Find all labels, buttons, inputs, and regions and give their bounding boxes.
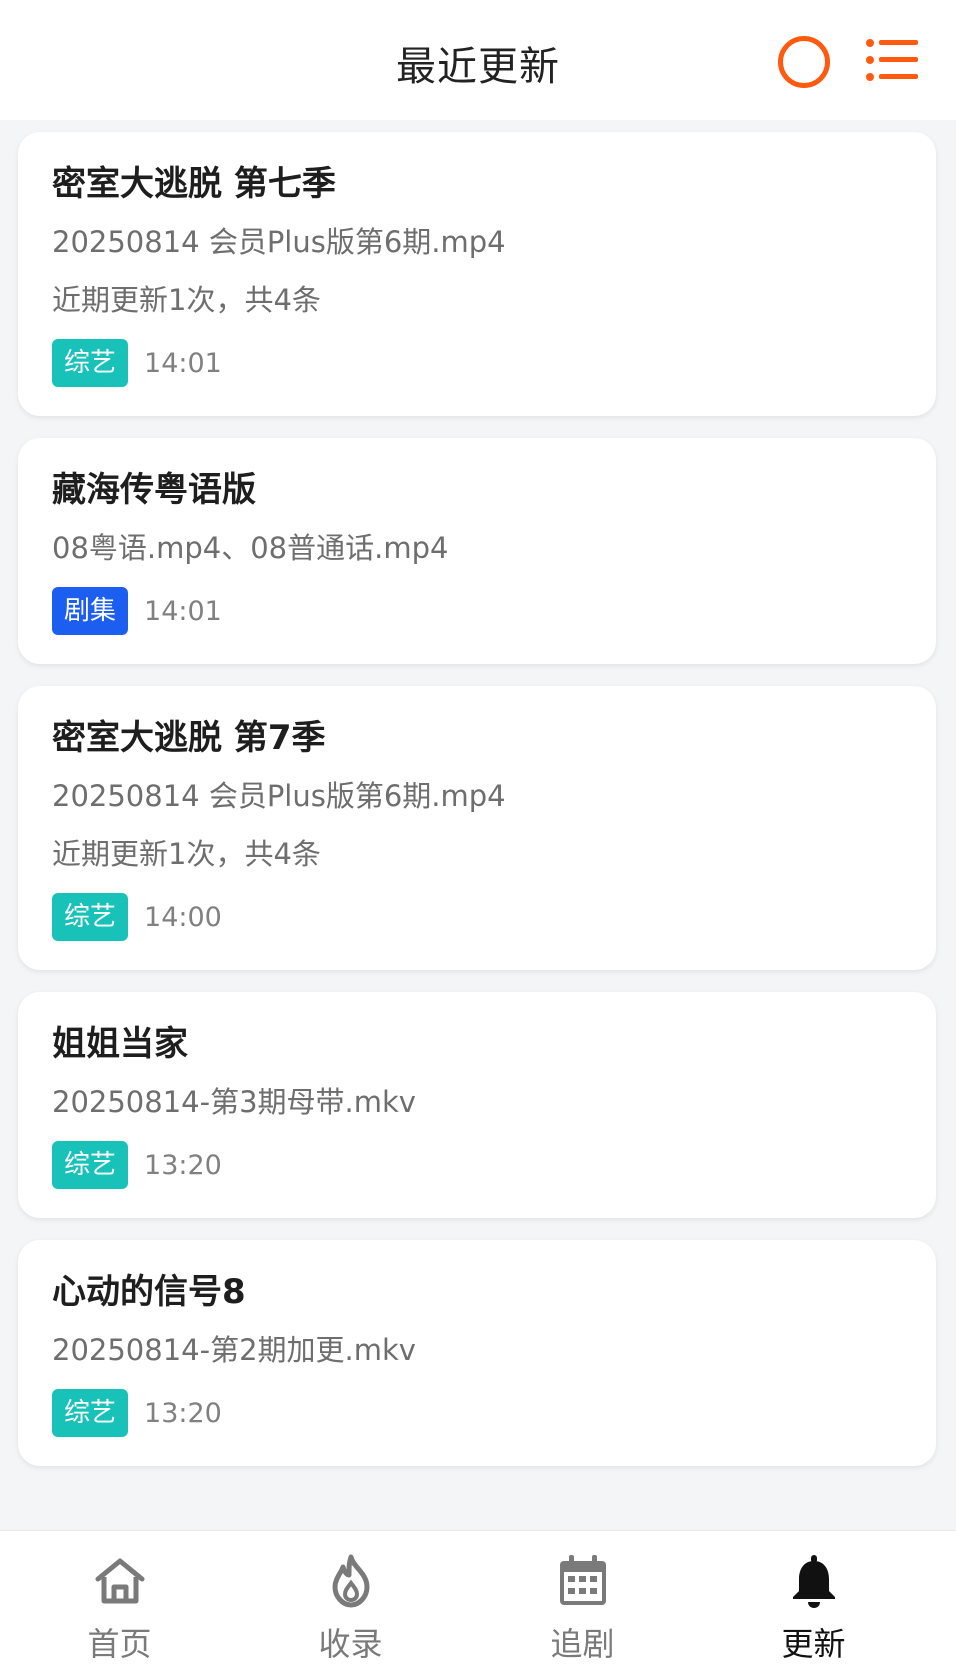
category-tag: 综艺: [52, 1141, 129, 1189]
list-icon[interactable]: [866, 38, 918, 82]
calendar-icon: [559, 1555, 606, 1605]
nav-label: 追剧: [550, 1625, 615, 1663]
update-time: 14:01: [144, 595, 222, 627]
update-card[interactable]: 藏海传粤语版 08粤语.mp4、08普通话.mp4 剧集 14:01: [18, 438, 936, 664]
update-time: 13:20: [144, 1149, 222, 1181]
card-title: 藏海传粤语版: [52, 470, 256, 510]
card-episode: 20250814-第3期母带.mkv: [52, 1085, 416, 1119]
nav-item-home[interactable]: 首页: [0, 1531, 239, 1668]
update-card[interactable]: 密室大逃脱 第7季 20250814 会员Plus版第6期.mp4 近期更新1次…: [18, 686, 936, 970]
card-footer: 综艺 13:20: [52, 1388, 902, 1438]
nav-label: 首页: [87, 1625, 152, 1663]
card-title: 密室大逃脱 第七季: [52, 164, 336, 204]
nav-label: 更新: [781, 1625, 846, 1663]
category-tag: 综艺: [52, 339, 129, 387]
nav-item-collect[interactable]: 收录: [231, 1531, 470, 1668]
category-tag: 综艺: [52, 1389, 129, 1437]
nav-item-follow[interactable]: 追剧: [463, 1531, 702, 1668]
app-root: 最近更新 密室大逃脱 第七季 20250814 会员Plus版第6期.mp4 近…: [0, 0, 956, 1668]
bell-icon: [792, 1555, 835, 1608]
card-episode: 20250814 会员Plus版第6期.mp4: [52, 779, 506, 813]
card-title: 密室大逃脱 第7季: [52, 718, 326, 758]
update-card[interactable]: 心动的信号8 20250814-第2期加更.mkv 综艺 13:20: [18, 1240, 936, 1466]
flame-icon: [332, 1554, 369, 1608]
card-title: 姐姐当家: [52, 1024, 188, 1064]
update-list: 密室大逃脱 第七季 20250814 会员Plus版第6期.mp4 近期更新1次…: [18, 132, 936, 1488]
card-episode: 20250814 会员Plus版第6期.mp4: [52, 225, 506, 259]
nav-item-update[interactable]: 更新: [694, 1531, 933, 1668]
update-time: 14:00: [144, 901, 222, 933]
update-card[interactable]: 密室大逃脱 第七季 20250814 会员Plus版第6期.mp4 近期更新1次…: [18, 132, 936, 416]
card-update-count: 近期更新1次，共4条: [52, 283, 321, 317]
card-footer: 综艺 14:01: [52, 338, 902, 388]
card-title: 心动的信号8: [52, 1272, 246, 1312]
home-icon: [95, 1558, 144, 1604]
update-time: 14:01: [144, 347, 222, 379]
card-footer: 综艺 14:00: [52, 892, 902, 942]
card-episode: 20250814-第2期加更.mkv: [52, 1333, 416, 1367]
card-footer: 剧集 14:01: [52, 586, 902, 636]
category-tag: 综艺: [52, 893, 129, 941]
update-time: 13:20: [144, 1397, 222, 1429]
card-update-count: 近期更新1次，共4条: [52, 837, 321, 871]
bottom-nav: 首页 收录 追剧 更新: [0, 1530, 956, 1668]
card-episode: 08粤语.mp4、08普通话.mp4: [52, 531, 449, 565]
update-card[interactable]: 姐姐当家 20250814-第3期母带.mkv 综艺 13:20: [18, 992, 936, 1218]
header: 最近更新: [0, 0, 956, 120]
nav-label: 收录: [318, 1625, 383, 1663]
circle-icon[interactable]: [778, 36, 830, 88]
card-footer: 综艺 13:20: [52, 1140, 902, 1190]
category-tag: 剧集: [52, 587, 129, 635]
